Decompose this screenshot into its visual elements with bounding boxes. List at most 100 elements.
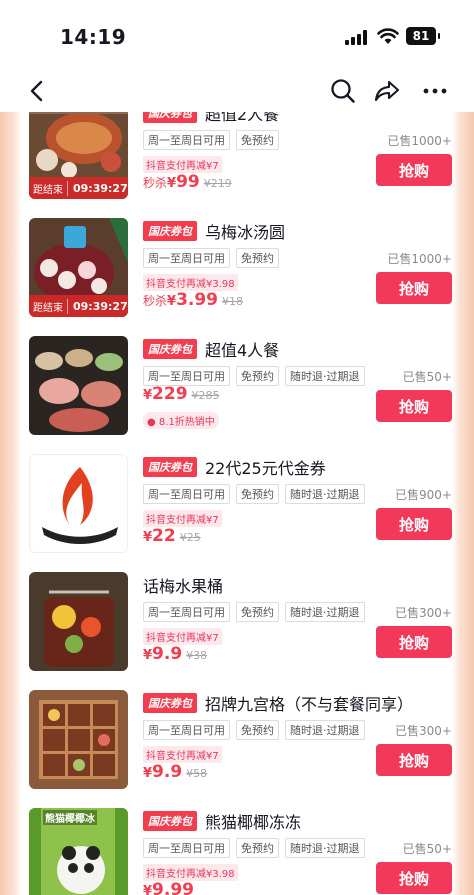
original-price: ¥38: [186, 649, 208, 662]
currency-symbol: ¥: [143, 766, 153, 781]
currency-symbol: ¥: [143, 648, 153, 663]
currency-symbol: ¥: [167, 294, 177, 309]
chevron-left-icon: [30, 80, 43, 102]
battery-indicator: 81: [406, 27, 440, 45]
price: 3.99: [176, 290, 219, 310]
list-item[interactable]: 国庆券包 招牌九宫格（不与套餐同享） 周一至周日可用 免预约 随时退·过期退 已售30…: [22, 682, 452, 800]
buy-button[interactable]: 抢购: [376, 390, 452, 422]
sold-count: 已售50+: [402, 842, 452, 856]
countdown-bar: 距结束 09:39:27: [29, 177, 128, 199]
currency-symbol: ¥: [143, 388, 153, 403]
sold-count: 已售300+: [395, 606, 452, 620]
tag: 免预约: [236, 484, 279, 504]
signal-icon: [345, 30, 369, 45]
tag: 随时退·过期退: [285, 720, 365, 740]
price: 9.99: [152, 880, 194, 895]
flame-icon: ●: [147, 417, 159, 428]
product-image: [29, 572, 128, 671]
price: 22: [152, 526, 176, 546]
tag: 周一至周日可用: [143, 484, 230, 504]
payment-discount: 抖音支付再减¥3.98: [143, 864, 238, 881]
buy-button[interactable]: 抢购: [376, 744, 452, 776]
tag-list: 周一至周日可用 免预约 随时退·过期退: [143, 838, 371, 858]
payment-discount: 抖音支付再减¥7: [143, 746, 222, 763]
item-title: 22代25元代金券: [205, 459, 326, 478]
payment-discount: 抖音支付再减¥7: [143, 156, 222, 173]
product-image: 距结束 09:39:27: [29, 218, 128, 317]
share-button[interactable]: [370, 74, 404, 108]
tag: 免预约: [236, 366, 279, 386]
tag: 随时退·过期退: [285, 602, 365, 622]
product-image: [29, 690, 128, 789]
buy-button[interactable]: 抢购: [376, 508, 452, 540]
product-image: 熊猫椰椰冰: [29, 808, 128, 895]
sold-count: 已售50+: [402, 370, 452, 384]
list-item[interactable]: 熊猫椰椰冰 国庆券包 熊猫椰椰冻冻 周一至周日可用 免预约 随时退·过期退 已售50+…: [22, 800, 452, 895]
tag-list: 周一至周日可用 免预约 随时退·过期退: [143, 484, 371, 504]
tag: 免预约: [236, 602, 279, 622]
item-title: 乌梅冰汤圆: [205, 223, 286, 242]
tag-list: 周一至周日可用 免预约 随时退·过期退: [143, 602, 371, 622]
list-item[interactable]: 距结束 09:39:27 国庆券包 乌梅冰汤圆 周一至周日可用 免预约 已售1000+…: [22, 210, 452, 328]
item-title: 超值4人餐: [205, 341, 280, 360]
payment-discount: 抖音支付再减¥7: [143, 628, 222, 645]
item-title: 招牌九宫格（不与套餐同享）: [205, 695, 414, 714]
status-time: 14:19: [60, 25, 127, 49]
original-price: ¥18: [222, 295, 244, 308]
thumb-caption: 熊猫椰椰冰: [43, 810, 97, 825]
tag: 免预约: [236, 130, 279, 150]
hot-sale-text: 8.1折热销中: [158, 417, 215, 428]
back-button[interactable]: [20, 74, 54, 108]
tag: 周一至周日可用: [143, 130, 230, 150]
product-image: 距结束 09:39:27: [29, 112, 128, 199]
payment-discount: 抖音支付再减¥3.98: [143, 274, 238, 291]
product-image: [29, 454, 128, 553]
hot-sale-tag: ● 8.1折热销中: [143, 412, 219, 429]
more-button[interactable]: [418, 74, 452, 108]
price-row: ¥9.99: [143, 880, 198, 895]
list-item[interactable]: 距结束 09:39:27 国庆券包 超值2人餐 周一至周日可用 免预约 已售1000+…: [22, 112, 452, 210]
countdown-label: 距结束: [29, 180, 68, 196]
countdown-time: 09:39:27: [73, 181, 128, 195]
tag-list: 周一至周日可用 免预约 随时退·过期退: [143, 366, 371, 386]
deal-list: 距结束 09:39:27 国庆券包 超值2人餐 周一至周日可用 免预约 已售1000+…: [22, 112, 452, 895]
tag: 免预约: [236, 720, 279, 740]
item-title: 超值2人餐: [205, 112, 280, 124]
tag: 周一至周日可用: [143, 248, 230, 268]
item-title: 话梅水果桶: [143, 577, 224, 596]
sold-count: 已售300+: [395, 724, 452, 738]
promo-badge: 国庆券包: [143, 339, 197, 359]
promo-badge: 国庆券包: [143, 221, 197, 241]
buy-button[interactable]: 抢购: [376, 154, 452, 186]
buy-button[interactable]: 抢购: [376, 626, 452, 658]
deal-list-frame: 距结束 09:39:27 国庆券包 超值2人餐 周一至周日可用 免预约 已售1000+…: [0, 112, 474, 895]
countdown-time: 09:39:27: [73, 299, 128, 313]
tag: 周一至周日可用: [143, 720, 230, 740]
price: 9.9: [152, 762, 183, 782]
payment-discount: 抖音支付再减¥7: [143, 510, 222, 527]
tag: 免预约: [236, 248, 279, 268]
sold-count: 已售1000+: [387, 252, 452, 266]
sold-count: 已售1000+: [387, 134, 452, 148]
seckill-label: 秒杀: [143, 294, 168, 308]
price-row: ¥22 ¥25: [143, 526, 201, 546]
price: 99: [176, 172, 200, 192]
list-item[interactable]: 国庆券包 22代25元代金券 周一至周日可用 免预约 随时退·过期退 已售900+ 抖…: [22, 446, 452, 564]
currency-symbol: ¥: [143, 530, 153, 545]
tag-list: 周一至周日可用 免预约: [143, 248, 285, 268]
tag: 周一至周日可用: [143, 602, 230, 622]
search-button[interactable]: [326, 74, 360, 108]
list-item[interactable]: 话梅水果桶 周一至周日可用 免预约 随时退·过期退 已售300+ 抖音支付再减¥7 …: [22, 564, 452, 682]
price-row: ¥229 ¥285: [143, 384, 220, 404]
product-image: [29, 336, 128, 435]
currency-symbol: ¥: [143, 884, 153, 895]
buy-button[interactable]: 抢购: [376, 272, 452, 304]
tag-list: 周一至周日可用 免预约 随时退·过期退: [143, 720, 371, 740]
price-row: ¥9.9 ¥38: [143, 644, 207, 664]
seckill-label: 秒杀: [143, 176, 168, 190]
original-price: ¥25: [179, 531, 201, 544]
promo-badge: 国庆券包: [143, 112, 197, 123]
original-price: ¥58: [186, 767, 208, 780]
list-item[interactable]: 国庆券包 超值4人餐 周一至周日可用 免预约 随时退·过期退 已售50+ ¥229 ¥2…: [22, 328, 452, 446]
buy-button[interactable]: 抢购: [376, 862, 452, 894]
